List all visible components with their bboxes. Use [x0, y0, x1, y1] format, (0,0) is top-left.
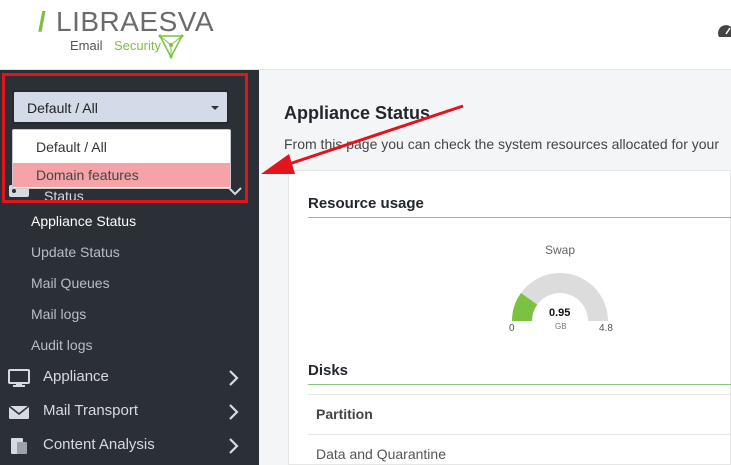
sidebar-subitem-mail-queues[interactable]: Mail Queues — [31, 275, 110, 291]
gauge-value: 0.95 — [549, 307, 571, 319]
brand-name: LIBRAESVA — [56, 6, 215, 37]
chevron-right-icon — [229, 438, 239, 454]
chevron-right-icon — [229, 404, 239, 420]
sidebar-subitem-audit-logs[interactable]: Audit logs — [31, 337, 92, 353]
gauge-unit: GB — [555, 322, 567, 331]
gauge-label: Swap — [545, 243, 576, 257]
sidebar-item-appliance[interactable]: Appliance — [0, 361, 259, 395]
column-header-partition: Partition — [316, 406, 373, 422]
top-header: / LIBRAESVA Email Security — [0, 0, 731, 70]
dashboard-gauge-icon[interactable] — [716, 22, 731, 42]
monitor-icon — [8, 369, 30, 387]
section-divider — [308, 217, 731, 218]
table-header-row: Partition — [308, 394, 731, 434]
sidebar-item-label: Appliance — [43, 368, 109, 385]
sidebar-item-label: Content Analysis — [43, 436, 155, 453]
annotation-arrow — [261, 104, 464, 174]
table-row: Data and Quarantine — [308, 434, 731, 465]
gauge-max: 4.8 — [599, 323, 613, 334]
brand-sub-email: Email — [70, 38, 103, 53]
brand-mark-icon — [158, 34, 184, 59]
sidebar-subitem-mail-logs[interactable]: Mail logs — [31, 306, 86, 322]
brand-slash: / — [38, 6, 46, 37]
gauge-min: 0 — [509, 323, 515, 334]
sidebar-item-label: Mail Transport — [43, 402, 139, 419]
content-analysis-icon — [11, 438, 27, 454]
resource-usage-title: Resource usage — [308, 195, 424, 212]
sidebar-item-content-analysis[interactable]: Content Analysis — [0, 429, 259, 463]
section-divider — [308, 384, 731, 385]
envelope-icon — [8, 405, 30, 419]
disks-title: Disks — [308, 362, 349, 379]
table-cell-partition: Data and Quarantine — [316, 446, 446, 462]
sidebar-subitem-appliance-status[interactable]: Appliance Status — [31, 213, 136, 229]
sidebar-subitem-update-status[interactable]: Update Status — [31, 244, 120, 260]
brand-sub-security: Security — [114, 38, 161, 53]
annotation-highlight-box — [2, 73, 248, 203]
chevron-right-icon — [229, 370, 239, 386]
sidebar-item-mail-transport[interactable]: Mail Transport — [0, 395, 259, 429]
